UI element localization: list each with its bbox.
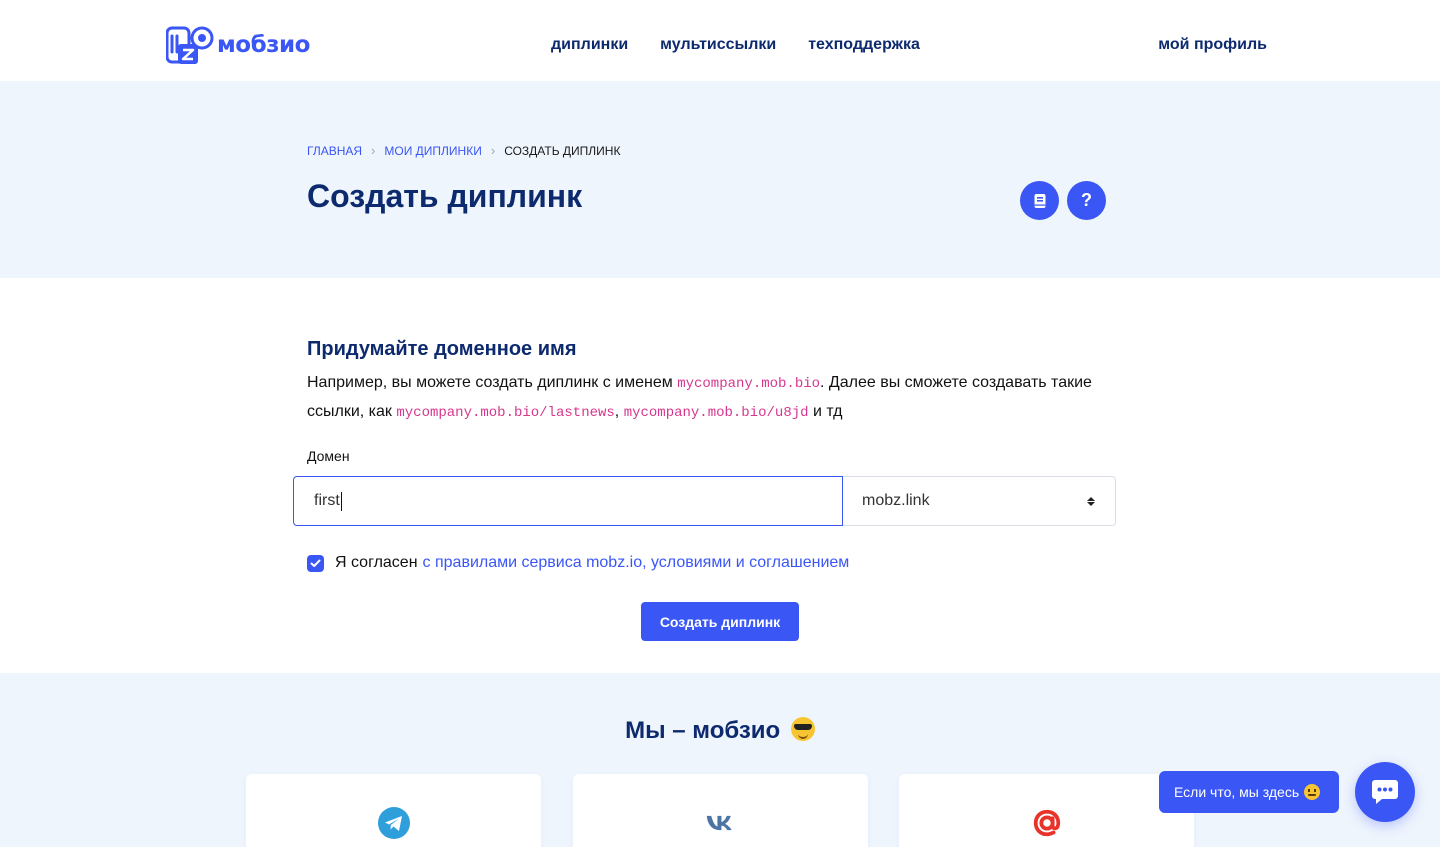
check-icon (310, 559, 321, 567)
about-section: Мы – мобзио (0, 673, 1440, 847)
description-text: Например, вы можете создать диплинк с им… (307, 374, 678, 391)
domain-zone-select[interactable]: mobz.link (843, 476, 1116, 526)
telegram-card[interactable] (246, 774, 541, 847)
breadcrumb-home[interactable]: ГЛАВНАЯ (307, 144, 362, 158)
book-icon (1034, 193, 1045, 208)
agree-text: Я согласен (335, 554, 418, 571)
breadcrumb: ГЛАВНАЯ › МОИ ДИПЛИНКИ › СОЗДАТЬ ДИПЛИНК (307, 143, 620, 158)
breadcrumb-my-deeplinks[interactable]: МОИ ДИПЛИНКИ (384, 144, 481, 158)
nav-item-support[interactable]: техподдержка (808, 36, 920, 54)
domain-form-section: Придумайте доменное имя Например, вы мож… (307, 338, 1117, 427)
create-deeplink-button[interactable]: Создать диплинк (641, 602, 799, 641)
brand-logo[interactable]: мобзио (166, 24, 310, 66)
section-title: Придумайте доменное имя (307, 338, 577, 360)
domain-input-value: first (314, 492, 340, 509)
page-hero: ГЛАВНАЯ › МОИ ДИПЛИНКИ › СОЗДАТЬ ДИПЛИНК… (0, 81, 1440, 278)
vk-card[interactable] (573, 774, 868, 847)
telegram-icon (377, 807, 410, 839)
nav-item-multilinks[interactable]: мультиссылки (660, 36, 776, 54)
page-title: Создать диплинк (307, 178, 583, 214)
chat-icon (1372, 780, 1398, 804)
chat-prompt-text: Если что, мы здесь (1174, 784, 1300, 800)
docs-button[interactable] (1020, 181, 1059, 220)
question-icon: ? (1081, 190, 1092, 210)
brand-name: мобзио (217, 32, 310, 58)
about-title-text: Мы – мобзио (625, 717, 781, 744)
main-nav: диплинки мультиссылки техподдержка (551, 36, 920, 54)
email-at-icon (1031, 807, 1063, 839)
logo-mark-icon (166, 26, 214, 64)
chevron-right-icon: › (490, 143, 496, 158)
nav-item-deeplinks[interactable]: диплинки (551, 36, 628, 54)
description-text: , (614, 403, 624, 420)
description-text: и тд (808, 403, 843, 420)
help-button[interactable]: ? (1067, 181, 1106, 220)
select-arrows-icon (1087, 496, 1095, 506)
nav-item-profile[interactable]: мой профиль (1158, 36, 1267, 54)
about-title: Мы – мобзио (0, 717, 1440, 745)
sunglasses-emoji-icon (790, 717, 815, 741)
example-domain: mycompany.mob.bio (677, 376, 821, 392)
breadcrumb-current: СОЗДАТЬ ДИПЛИНК (504, 143, 621, 158)
site-header: мобзио диплинки мультиссылки техподдержк… (0, 0, 1440, 81)
agree-checkbox[interactable] (307, 554, 324, 572)
section-description: Например, вы можете создать диплинк с им… (307, 369, 1117, 427)
smile-emoji-icon (1304, 784, 1321, 800)
example-link: mycompany.mob.bio/u8jd (623, 405, 809, 421)
domain-zone-value: mobz.link (862, 492, 930, 509)
email-card[interactable] (899, 774, 1194, 847)
domain-label: Домен (307, 448, 350, 464)
terms-link[interactable]: с правилами сервиса mobz.io, условиями и… (423, 554, 850, 572)
chat-prompt-bubble[interactable]: Если что, мы здесь (1159, 771, 1339, 813)
text-caret (340, 491, 342, 511)
domain-input[interactable]: first (293, 476, 843, 526)
chevron-right-icon: › (371, 143, 376, 158)
chat-open-button[interactable] (1355, 762, 1415, 822)
example-link: mycompany.mob.bio/lastnews (396, 405, 615, 421)
vk-icon (705, 807, 737, 839)
agree-row: Я согласен с правилами сервиса mobz.io, … (307, 554, 849, 572)
